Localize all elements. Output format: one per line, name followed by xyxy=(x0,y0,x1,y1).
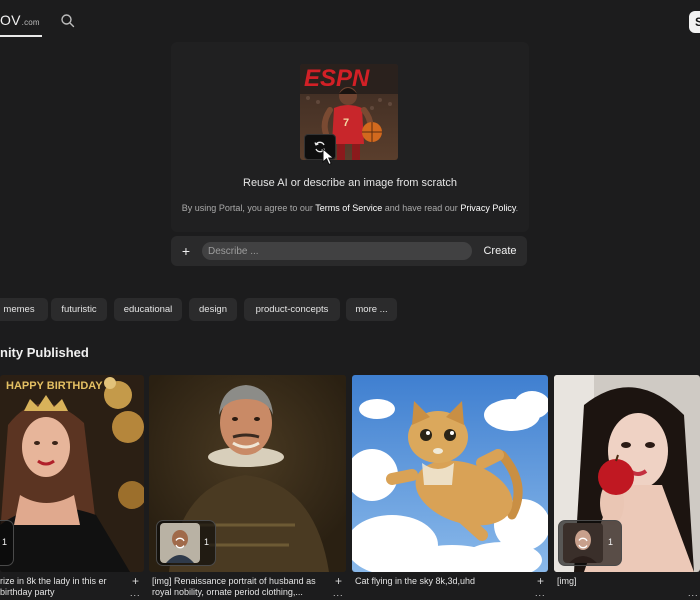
site-logo[interactable]: OV.com xyxy=(0,12,40,28)
chip-memes[interactable]: memes xyxy=(0,298,48,321)
more-options-button[interactable]: ... xyxy=(688,588,699,598)
chip-more[interactable]: more ... xyxy=(346,298,397,321)
refresh-icon xyxy=(175,537,185,549)
more-options-button[interactable]: ... xyxy=(130,588,141,598)
terms-of-service-link[interactable]: Terms of Service xyxy=(315,203,382,213)
remix-count: 1 xyxy=(608,537,614,547)
logo-suffix: .com xyxy=(21,18,40,27)
gallery-card[interactable] xyxy=(352,375,548,572)
terms-suffix: . xyxy=(515,203,519,213)
jersey-number: 7 xyxy=(343,117,349,129)
remix-count: 1 xyxy=(204,537,210,547)
espn-logo-text: ESPN xyxy=(304,65,370,92)
terms-middle: and have read our xyxy=(382,203,461,213)
chip-product-concepts[interactable]: product-concepts xyxy=(244,298,340,321)
terms-prefix: By using Portal, you agree to our xyxy=(181,203,316,213)
card-caption: [img] xyxy=(557,576,577,586)
card-caption: [img] Renaissance portrait of husband as… xyxy=(152,576,316,597)
gallery-card[interactable]: HAPPY BIRTHDAY xyxy=(0,375,144,572)
add-button[interactable]: + xyxy=(335,574,342,588)
more-options-button[interactable]: ... xyxy=(535,588,546,598)
describe-input[interactable] xyxy=(202,242,472,260)
mouse-cursor-icon xyxy=(322,147,336,166)
terms-notice: By using Portal, you agree to our Terms … xyxy=(0,203,700,213)
remix-count: 1 xyxy=(2,537,8,547)
top-bar: OV.com S xyxy=(0,0,700,40)
add-attachment-button[interactable]: + xyxy=(180,243,192,259)
account-button[interactable]: S xyxy=(689,11,700,33)
more-options-button[interactable]: ... xyxy=(333,588,344,598)
privacy-policy-link[interactable]: Privacy Policy xyxy=(460,203,515,213)
hero-title: Reuse AI or describe an image from scrat… xyxy=(243,177,457,189)
chip-futuristic[interactable]: futuristic xyxy=(51,298,107,321)
card-caption: Cat flying in the sky 8k,3d,uhd xyxy=(355,576,476,586)
add-button[interactable]: + xyxy=(132,574,139,588)
add-button[interactable]: + xyxy=(537,574,544,588)
create-button[interactable]: Create xyxy=(479,242,521,260)
chip-design[interactable]: design xyxy=(189,298,237,321)
search-icon[interactable] xyxy=(60,13,76,29)
section-title: nity Published xyxy=(0,345,89,360)
chip-educational[interactable]: educational xyxy=(114,298,182,321)
active-tab-underline xyxy=(0,35,42,37)
logo-text: OV xyxy=(0,12,21,28)
refresh-icon xyxy=(578,537,588,549)
card-caption: rize in 8k the lady in this er birthday … xyxy=(0,576,107,597)
birthday-banner: HAPPY BIRTHDAY xyxy=(6,380,103,392)
